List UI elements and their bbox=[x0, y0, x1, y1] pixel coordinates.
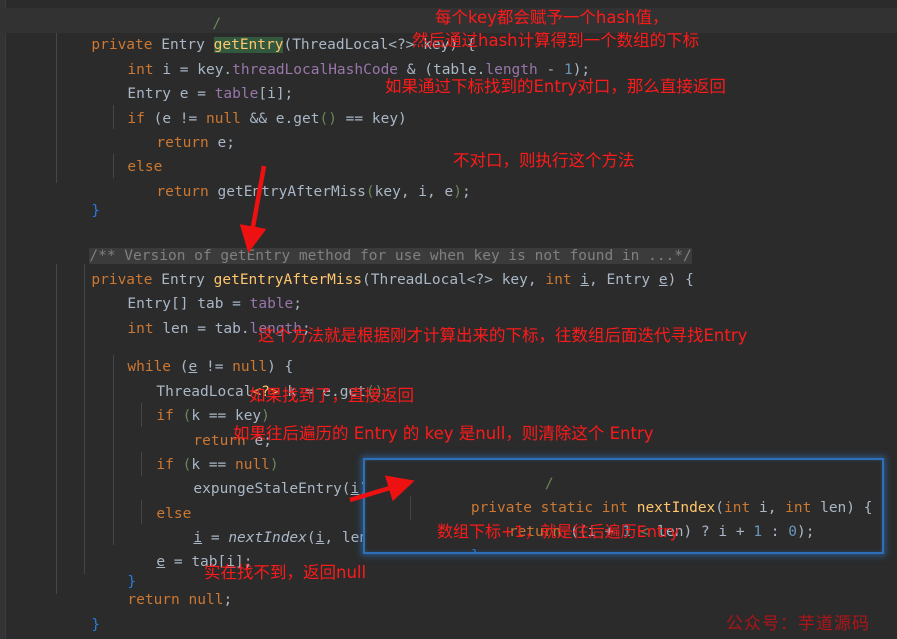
code-line-method1-signature: private Entry getEntry(ThreadLocal<?> ke… bbox=[39, 8, 476, 53]
code-line-m2-l2: int len = tab.length; int len = tab.leng… bbox=[127, 320, 311, 337]
code-line-m2-l1: Entry[] tab = table; Entry[] tab = table… bbox=[127, 295, 303, 312]
annotation-iterate-entry: 这个方法就是根据刚才计算出来的下标，往数组后面迭代寻找Entry bbox=[258, 326, 748, 345]
inset-annotation: 数组下标+1，就是往后遍历Entry bbox=[437, 522, 680, 541]
annotation-found-return: 如果找到了，直接返回 bbox=[249, 386, 414, 405]
code-line-m2-l5: if (k == key) if (k == key) bbox=[156, 407, 270, 424]
nextindex-inset-box: / private static int nextIndex(int i, in… bbox=[363, 458, 884, 554]
annotation-miss-method: 不对口，则执行这个方法 bbox=[453, 151, 635, 170]
inset-indent-guide bbox=[410, 496, 411, 520]
code-line-m2-l4: ThreadLocal<?> k = e.get(); ThreadLocal<… bbox=[156, 383, 393, 400]
code-line-bottom-partial: /** bbox=[45, 628, 124, 639]
annotation-hash-line2: 然后通过hash计算得到一个数组的下标 bbox=[412, 31, 700, 50]
code-editor-screenshot: / private Entry getEntry(ThreadLocal<?> … bbox=[0, 0, 897, 639]
code-line-m2-l8: expungeStaleEntry(i); expungeStaleEntry(… bbox=[193, 480, 376, 497]
code-line-m1-l5: else else bbox=[127, 158, 163, 175]
code-line-folded-javadoc: /** Version of getEntry method for use w… bbox=[37, 219, 692, 264]
annotation-found-entry: 如果通过下标找到的Entry对口，那么直接返回 bbox=[385, 77, 726, 96]
code-token-brace: } bbox=[91, 202, 101, 219]
code-line-m1-l6: return getEntryAfterMiss(key, i, e); ret… bbox=[156, 183, 471, 200]
code-line-m2-l10: i = nextIndex(i, len); i = nextIndex(i, … bbox=[193, 529, 386, 546]
code-line-method2-signature: private Entry getEntryAfterMiss(ThreadLo… bbox=[91, 271, 694, 288]
code-line-m2-l9: else else bbox=[156, 505, 192, 522]
annotation-hash-line1: 每个key都会赋予一个hash值， bbox=[435, 8, 669, 27]
code-line-m1-l4: return e; return e; bbox=[156, 134, 235, 151]
watermark: 公众号：芋道源码 bbox=[726, 614, 870, 634]
annotation-null-key-expunge: 如果往后遍历的 Entry 的 key 是null，则清除这个 Entry bbox=[233, 424, 654, 443]
code-line-m2-close: } bbox=[39, 588, 100, 633]
code-line-m1-l2: Entry e = table[i]; Entry e = table[i]; bbox=[127, 85, 294, 102]
code-line-m1-l3: if (e != null && e.get() == key) if (e !… bbox=[127, 110, 407, 127]
annotation-return-null: 实在找不到，返回null bbox=[204, 563, 367, 582]
code-line-m1-close: } bbox=[39, 174, 100, 219]
